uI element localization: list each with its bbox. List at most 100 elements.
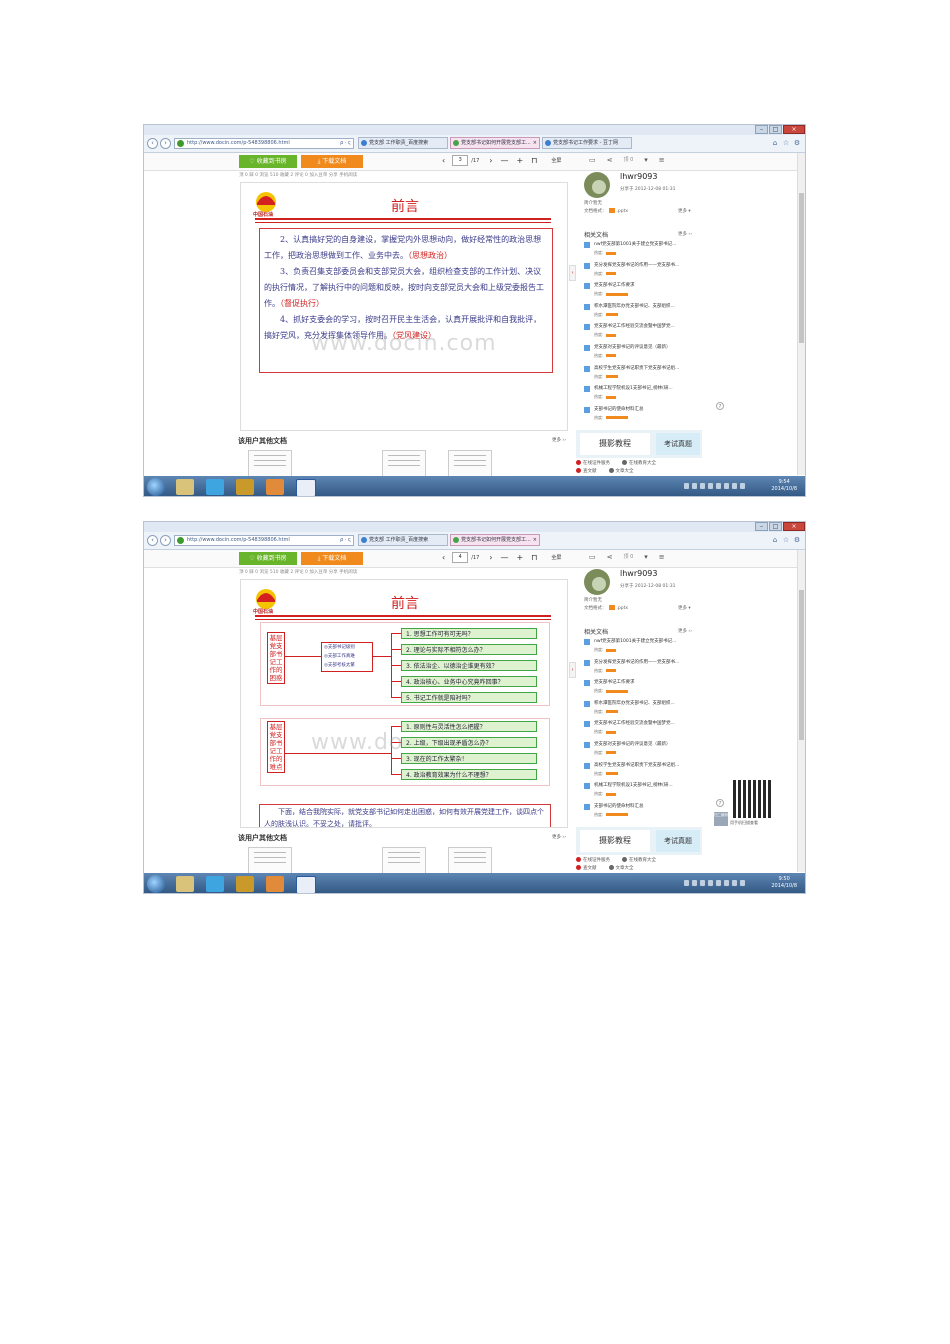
list-item[interactable]: 支部书记的使命材料汇总 热度: bbox=[584, 406, 702, 427]
explorer-icon[interactable] bbox=[176, 479, 194, 495]
favorite-button[interactable]: ♡ 收藏到书房 bbox=[239, 552, 297, 565]
list-item[interactable]: 积水潭医院年办党支部书记、支部组织... 热度: bbox=[584, 700, 702, 721]
word-icon[interactable] bbox=[296, 876, 316, 893]
favorites-star-icon[interactable]: ☆ bbox=[782, 536, 790, 544]
share-icon[interactable]: ⋖ bbox=[607, 156, 613, 164]
dislike-icon[interactable]: ▾ bbox=[644, 553, 648, 561]
list-item[interactable]: 机械工程学院机设1支部书记_榜林(研... 热度: bbox=[584, 782, 702, 803]
close-tab-icon[interactable]: × bbox=[533, 138, 537, 148]
close-tab-icon[interactable]: × bbox=[533, 535, 537, 545]
close-window-button[interactable]: × bbox=[783, 125, 805, 134]
list-item[interactable]: 高校学生党支部书记职责下党支部书记组... 热度: bbox=[584, 365, 702, 386]
ad-exam[interactable]: 考试真题 bbox=[656, 830, 700, 852]
settings-gear-icon[interactable]: ⚙ bbox=[793, 536, 801, 544]
fullscreen-button[interactable]: 全屏 bbox=[551, 157, 561, 164]
fullscreen-button[interactable]: 全屏 bbox=[551, 554, 561, 561]
ad-photography[interactable]: 摄影教程 bbox=[580, 433, 650, 455]
search-refresh-icons[interactable]: ρ · ς bbox=[340, 536, 351, 545]
page-number-input[interactable]: 4 bbox=[452, 552, 469, 563]
tab-docin-requirements[interactable]: 党支部书记工作要求 - 豆丁网 bbox=[542, 137, 632, 149]
prev-page-icon[interactable]: ‹ bbox=[442, 156, 445, 165]
list-item[interactable]: 党支部对支部书记的评议意见（最新） 热度: bbox=[584, 344, 702, 365]
comment-icon[interactable]: ▭ bbox=[589, 553, 596, 561]
zoom-in-icon[interactable]: + bbox=[516, 156, 523, 165]
info-more-link[interactable]: 更多 ▾ bbox=[678, 208, 691, 214]
settings-gear-icon[interactable]: ⚙ bbox=[793, 139, 801, 147]
forward-icon[interactable]: › bbox=[160, 138, 171, 149]
comment-icon[interactable]: ▭ bbox=[589, 156, 596, 164]
tab-docin-active[interactable]: 党支部书记如何开展党支部工... × bbox=[450, 137, 540, 149]
word-icon[interactable] bbox=[296, 479, 316, 496]
scrollbar-thumb[interactable] bbox=[799, 590, 804, 740]
doc-thumbnail[interactable] bbox=[248, 847, 292, 875]
prev-page-icon[interactable]: ‹ bbox=[442, 553, 445, 562]
zoom-in-icon[interactable]: + bbox=[516, 553, 523, 562]
list-item[interactable]: 机械工程学院机设1支部书记_榜林(研... 热度: bbox=[584, 385, 702, 406]
page-number-input[interactable]: 3 bbox=[452, 155, 469, 166]
address-bar[interactable]: http://www.docin.com/p-548398806.html ρ … bbox=[174, 535, 354, 546]
media-icon[interactable] bbox=[266, 876, 284, 892]
home-icon[interactable]: ⌂ bbox=[771, 536, 779, 544]
other-docs-more-link[interactable]: 更多 ›› bbox=[552, 834, 566, 840]
ad-photography[interactable]: 摄影教程 bbox=[580, 830, 650, 852]
list-item[interactable]: 党支部书记工作经验交流会暨中国梦党... 热度: bbox=[584, 323, 702, 344]
share-icon[interactable]: ⋖ bbox=[607, 553, 613, 561]
list-item[interactable]: 充分发挥党支部书记的作用——党支部书... 热度: bbox=[584, 262, 702, 283]
explorer-icon[interactable] bbox=[176, 876, 194, 892]
related-docs-more-link[interactable]: 更多 ›› bbox=[678, 628, 692, 634]
doc-thumbnail[interactable] bbox=[248, 450, 292, 478]
scrollbar-thumb[interactable] bbox=[799, 193, 804, 343]
maximize-button[interactable]: □ bbox=[769, 522, 782, 531]
app-icon[interactable] bbox=[236, 876, 254, 892]
ie-browser-icon[interactable] bbox=[206, 876, 224, 892]
tab-baidu-search[interactable]: 党支部 工作职责_百度搜索 bbox=[358, 534, 448, 546]
help-icon[interactable]: ? bbox=[716, 799, 724, 807]
ie-browser-icon[interactable] bbox=[206, 479, 224, 495]
search-refresh-icons[interactable]: ρ · ς bbox=[340, 139, 351, 148]
user-avatar[interactable] bbox=[584, 172, 610, 198]
list-item[interactable]: 高校学生党支部书记职责下党支部书记组... 热度: bbox=[584, 762, 702, 783]
clock[interactable]: 9:50 2014/10/8 bbox=[771, 876, 797, 890]
qr-toggle-button[interactable]: 扫二维码 bbox=[714, 812, 728, 826]
related-docs-more-link[interactable]: 更多 ›› bbox=[678, 231, 692, 237]
dislike-icon[interactable]: ▾ bbox=[644, 156, 648, 164]
like-button[interactable]: 顶 0 bbox=[624, 553, 634, 561]
close-window-button[interactable]: × bbox=[783, 522, 805, 531]
list-item[interactable]: 党支部对支部书记的评议意见（最新） 热度: bbox=[584, 741, 702, 762]
app-icon[interactable] bbox=[236, 479, 254, 495]
favorites-star-icon[interactable]: ☆ bbox=[782, 139, 790, 147]
maximize-button[interactable]: □ bbox=[769, 125, 782, 134]
list-item[interactable]: 充分发挥党支部书记的作用——党支部书... 热度: bbox=[584, 659, 702, 680]
minimize-button[interactable]: – bbox=[755, 125, 768, 134]
other-docs-more-link[interactable]: 更多 ›› bbox=[552, 437, 566, 443]
media-icon[interactable] bbox=[266, 479, 284, 495]
list-item[interactable]: nwf党支部第1001关于建立党支部书记... 热度: bbox=[584, 638, 702, 659]
scrollbar[interactable] bbox=[797, 153, 805, 475]
next-page-icon[interactable]: › bbox=[489, 156, 492, 165]
username[interactable]: lhwr9093 bbox=[620, 172, 657, 181]
doc-thumbnail[interactable] bbox=[382, 450, 426, 478]
menu-icon[interactable]: ≡ bbox=[659, 156, 665, 164]
doc-thumbnail[interactable] bbox=[448, 450, 492, 478]
download-button[interactable]: ⤓ 下载文档 bbox=[301, 552, 363, 565]
list-item[interactable]: 支部书记的使命材料汇总 热度: bbox=[584, 803, 702, 824]
zoom-out-icon[interactable]: — bbox=[500, 156, 508, 165]
ad-exam[interactable]: 考试真题 bbox=[656, 433, 700, 455]
list-item[interactable]: 党支部书记工作要求 热度: bbox=[584, 282, 702, 303]
back-icon[interactable]: ‹ bbox=[147, 535, 158, 546]
doc-thumbnail[interactable] bbox=[448, 847, 492, 875]
ad-banner[interactable]: 摄影教程 考试真题 bbox=[576, 430, 702, 458]
user-avatar[interactable] bbox=[584, 569, 610, 595]
menu-icon[interactable]: ≡ bbox=[659, 553, 665, 561]
tab-baidu-search[interactable]: 党支部 工作职责_百度搜索 bbox=[358, 137, 448, 149]
collapse-sidebar-handle[interactable]: › bbox=[569, 662, 576, 678]
collapse-sidebar-handle[interactable]: › bbox=[569, 265, 576, 281]
bookmark-icon[interactable]: ⊓ bbox=[531, 156, 537, 165]
list-item[interactable]: 党支部书记工作经验交流会暨中国梦党... 热度: bbox=[584, 720, 702, 741]
clock[interactable]: 9:54 2014/10/8 bbox=[771, 479, 797, 493]
favorite-button[interactable]: ♡ 收藏到书房 bbox=[239, 155, 297, 168]
like-button[interactable]: 顶 0 bbox=[624, 156, 634, 164]
help-icon[interactable]: ? bbox=[716, 402, 724, 410]
forward-icon[interactable]: › bbox=[160, 535, 171, 546]
list-item[interactable]: nwf党支部第1001关于建立党支部书记... 热度: bbox=[584, 241, 702, 262]
